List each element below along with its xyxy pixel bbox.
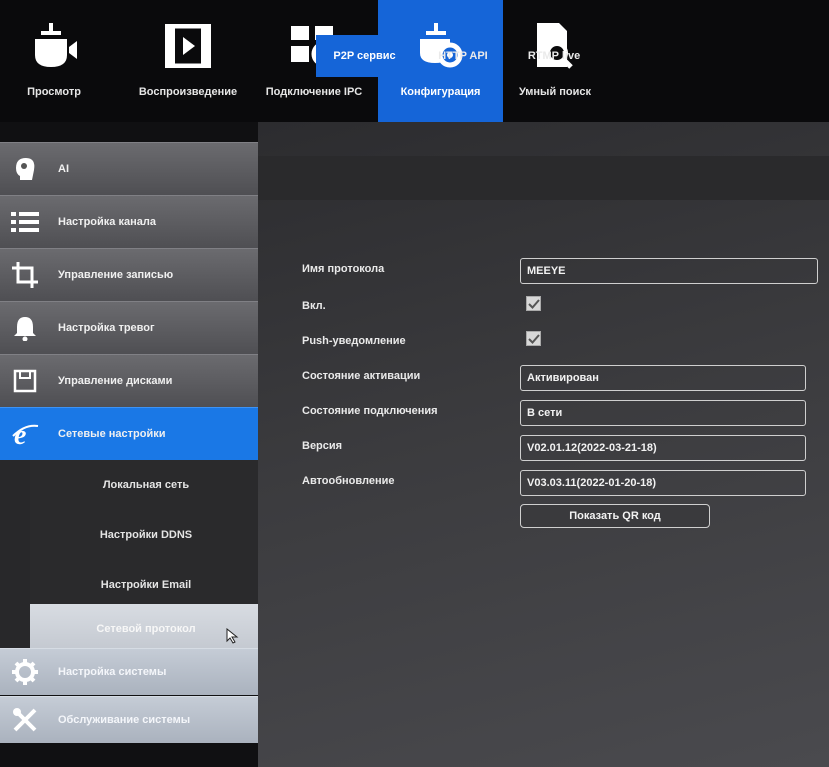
enabled-label: Вкл. — [302, 300, 326, 312]
sidebar-item-label: AI — [58, 163, 69, 175]
sidebar-item-ai[interactable]: AI — [0, 142, 258, 195]
tab-p2p-service[interactable]: P2P сервис — [316, 35, 413, 77]
connection-state-field[interactable] — [520, 400, 806, 426]
version-label: Версия — [302, 440, 343, 452]
submenu-email[interactable]: Настройки Email — [30, 560, 262, 610]
tab-http-api[interactable]: HTTP API — [424, 35, 502, 77]
topnav-label: Подключение IPC — [265, 86, 363, 98]
topnav-label: Умный поиск — [518, 86, 592, 98]
sidebar-item-label: Управление дисками — [58, 375, 173, 387]
connection-state-label: Состояние подключения — [302, 405, 438, 417]
playback-icon — [163, 18, 213, 74]
tab-rtmp-live[interactable]: RTMP live — [514, 35, 594, 77]
sidebar-item-channel[interactable]: Настройка канала — [0, 195, 258, 248]
sidebar-item-disk[interactable]: Управление дисками — [0, 354, 258, 407]
topnav-playback[interactable]: Воспроизведение — [128, 0, 248, 122]
submenu-local-network[interactable]: Локальная сеть — [30, 460, 262, 510]
sidebar-item-label: Настройка системы — [58, 666, 167, 678]
protocol-name-label: Имя протокола — [302, 263, 385, 275]
activation-state-field[interactable] — [520, 365, 806, 391]
network-ie-icon: e — [10, 419, 40, 449]
sidebar-item-label: Настройка канала — [58, 216, 156, 228]
disk-icon — [10, 366, 40, 396]
activation-state-label: Состояние активации — [302, 370, 421, 382]
checkmark-icon — [527, 333, 540, 344]
topnav-label: Воспроизведение — [138, 86, 238, 98]
sidebar-item-record[interactable]: Управление записью — [0, 248, 258, 301]
enabled-checkbox[interactable] — [526, 296, 541, 311]
mouse-cursor-icon — [226, 628, 239, 644]
sidebar-item-system-settings[interactable]: Настройка системы — [0, 648, 258, 695]
show-qr-code-button[interactable]: Показать QR код — [520, 504, 710, 528]
tools-icon — [10, 705, 40, 735]
auto-update-field[interactable] — [520, 470, 806, 496]
topnav-label: Конфигурация — [400, 86, 481, 98]
tab-bar — [258, 156, 829, 200]
version-field[interactable] — [520, 435, 806, 461]
auto-update-label: Автообновление — [302, 475, 395, 487]
sidebar-item-network[interactable]: e Сетевые настройки — [0, 407, 258, 460]
sidebar-item-label: Управление записью — [58, 269, 174, 281]
sidebar-item-maintenance[interactable]: Обслуживание системы — [0, 696, 258, 743]
channel-icon — [10, 207, 40, 237]
top-navigation-bar: Просмотр Воспроизведение Подключение IPC… — [0, 0, 829, 122]
gear-icon — [10, 657, 40, 687]
checkmark-icon — [527, 298, 540, 309]
submenu-ddns[interactable]: Настройки DDNS — [30, 510, 262, 560]
push-notification-label: Push-уведомление — [302, 335, 406, 347]
live-view-icon — [29, 18, 79, 74]
topnav-label: Просмотр — [27, 86, 81, 98]
crop-record-icon — [10, 260, 40, 290]
sidebar-item-label: Сетевые настройки — [58, 428, 166, 440]
topnav-live-view[interactable]: Просмотр — [18, 0, 90, 122]
ai-head-icon — [10, 154, 40, 184]
push-notification-checkbox[interactable] — [526, 331, 541, 346]
bell-icon — [10, 313, 40, 343]
sidebar-item-label: Настройка тревог — [58, 322, 155, 334]
protocol-name-field[interactable] — [520, 258, 818, 284]
sidebar-item-label: Обслуживание системы — [58, 714, 191, 726]
sidebar-item-alarm[interactable]: Настройка тревог — [0, 301, 258, 354]
